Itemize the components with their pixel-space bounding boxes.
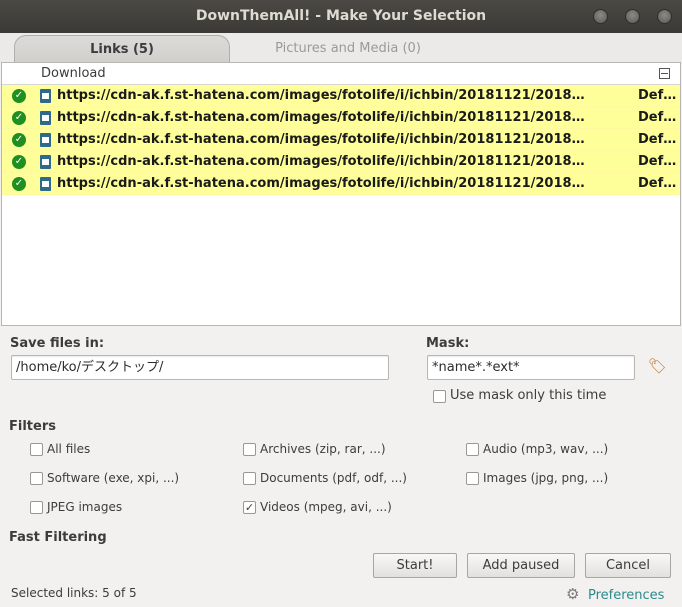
link-mask: Def… bbox=[638, 110, 677, 125]
list-item[interactable]: ✓ https://cdn-ak.f.st-hatena.com/images/… bbox=[2, 129, 680, 151]
maximize-button[interactable] bbox=[625, 9, 640, 24]
filter-label-archives: Archives (zip, rar, ...) bbox=[260, 442, 386, 456]
list-item[interactable]: ✓ https://cdn-ak.f.st-hatena.com/images/… bbox=[2, 107, 680, 129]
column-header[interactable]: Download bbox=[2, 63, 680, 85]
tag-icon[interactable]: 🏷 bbox=[648, 358, 667, 374]
gear-icon: ⚙ bbox=[566, 585, 580, 603]
window-controls bbox=[593, 9, 672, 24]
filter-label-images: Images (jpg, png, ...) bbox=[483, 471, 609, 485]
use-mask-once-checkbox[interactable] bbox=[433, 390, 446, 403]
filter-checkbox-archives[interactable] bbox=[243, 443, 256, 456]
file-icon bbox=[40, 177, 51, 191]
links-list[interactable]: Download ✓ https://cdn-ak.f.st-hatena.co… bbox=[1, 62, 681, 326]
link-mask: Def… bbox=[638, 132, 677, 147]
close-button[interactable] bbox=[657, 9, 672, 24]
filter-label-all-files: All files bbox=[47, 442, 91, 456]
file-icon bbox=[40, 133, 51, 147]
link-url: https://cdn-ak.f.st-hatena.com/images/fo… bbox=[57, 88, 592, 103]
fast-filtering-label: Fast Filtering bbox=[9, 530, 107, 545]
link-url: https://cdn-ak.f.st-hatena.com/images/fo… bbox=[57, 110, 592, 125]
filter-checkbox-audio[interactable] bbox=[466, 443, 479, 456]
checkmark-circle-icon[interactable]: ✓ bbox=[12, 133, 26, 147]
link-url: https://cdn-ak.f.st-hatena.com/images/fo… bbox=[57, 176, 592, 191]
checkmark-circle-icon[interactable]: ✓ bbox=[12, 155, 26, 169]
filter-label-software: Software (exe, xpi, ...) bbox=[47, 471, 180, 485]
file-icon bbox=[40, 111, 51, 125]
link-mask: Def… bbox=[638, 176, 677, 191]
filter-checkbox-videos[interactable]: ✓ bbox=[243, 501, 256, 514]
filter-checkbox-jpeg[interactable] bbox=[30, 501, 43, 514]
link-url: https://cdn-ak.f.st-hatena.com/images/fo… bbox=[57, 154, 592, 169]
filter-checkbox-images[interactable] bbox=[466, 472, 479, 485]
list-item[interactable]: ✓ https://cdn-ak.f.st-hatena.com/images/… bbox=[2, 173, 680, 195]
checkmark-circle-icon[interactable]: ✓ bbox=[12, 111, 26, 125]
filter-label-videos: Videos (mpeg, avi, ...) bbox=[260, 500, 392, 514]
window-title: DownThemAll! - Make Your Selection bbox=[195, 8, 487, 24]
file-icon bbox=[40, 89, 51, 103]
preferences-label: Preferences bbox=[588, 588, 665, 603]
save-path-input[interactable]: /home/ko/デスクトップ/ bbox=[11, 355, 389, 380]
column-header-download: Download bbox=[41, 66, 106, 81]
tab-links[interactable]: Links (5) bbox=[14, 35, 230, 63]
mask-input[interactable]: *name*.*ext* bbox=[427, 355, 635, 380]
filter-checkbox-software[interactable] bbox=[30, 472, 43, 485]
list-item[interactable]: ✓ https://cdn-ak.f.st-hatena.com/images/… bbox=[2, 85, 680, 107]
link-mask: Def… bbox=[638, 154, 677, 169]
filter-label-audio: Audio (mp3, wav, ...) bbox=[483, 442, 609, 456]
checkmark-circle-icon[interactable]: ✓ bbox=[12, 177, 26, 191]
mask-label: Mask: bbox=[426, 336, 470, 351]
add-paused-button[interactable]: Add paused bbox=[467, 553, 575, 578]
selected-links-status: Selected links: 5 of 5 bbox=[11, 586, 137, 600]
filter-checkbox-all-files[interactable] bbox=[30, 443, 43, 456]
file-icon bbox=[40, 155, 51, 169]
use-mask-once-label: Use mask only this time bbox=[450, 388, 607, 403]
start-button[interactable]: Start! bbox=[373, 553, 457, 578]
cancel-button[interactable]: Cancel bbox=[585, 553, 671, 578]
preferences-link[interactable]: ⚙ Preferences bbox=[566, 585, 664, 603]
tab-bar: Links (5) Pictures and Media (0) bbox=[0, 33, 682, 63]
filter-label-documents: Documents (pdf, odf, ...) bbox=[260, 471, 407, 485]
filter-label-jpeg: JPEG images bbox=[47, 500, 123, 514]
link-url: https://cdn-ak.f.st-hatena.com/images/fo… bbox=[57, 132, 592, 147]
column-picker-icon[interactable] bbox=[659, 68, 670, 79]
filters-label: Filters bbox=[9, 419, 56, 434]
link-mask: Def… bbox=[638, 88, 677, 103]
list-item[interactable]: ✓ https://cdn-ak.f.st-hatena.com/images/… bbox=[2, 151, 680, 173]
save-files-label: Save files in: bbox=[10, 336, 105, 351]
window-titlebar: DownThemAll! - Make Your Selection bbox=[0, 0, 682, 33]
minimize-button[interactable] bbox=[593, 9, 608, 24]
tab-pictures-media[interactable]: Pictures and Media (0) bbox=[232, 35, 464, 63]
checkmark-circle-icon[interactable]: ✓ bbox=[12, 89, 26, 103]
filter-checkbox-documents[interactable] bbox=[243, 472, 256, 485]
